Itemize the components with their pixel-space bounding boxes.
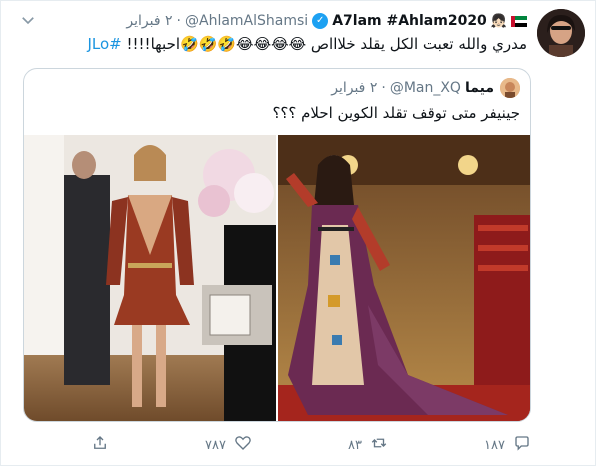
separator: · xyxy=(176,13,181,29)
quoted-text: جينيفر متى توقف تقلد الكوين احلام ؟؟؟ xyxy=(272,104,520,122)
reply-button[interactable]: ١٨٧ xyxy=(484,434,531,456)
tweet-date[interactable]: ٢ فبراير xyxy=(126,13,172,29)
quoted-avatar[interactable] xyxy=(500,78,520,98)
quoted-display-name[interactable]: ميما xyxy=(465,80,494,96)
tweet-text: مدري والله تعبت الكل يقلد خلاااص 😂😂😂😂🤣🤣🤣… xyxy=(57,33,527,55)
chevron-down-icon[interactable] xyxy=(19,11,37,29)
quoted-image-ahlam[interactable] xyxy=(278,135,530,421)
uae-flag-icon xyxy=(511,15,527,27)
quoted-tweet[interactable]: ميما @Man_XQ · ٢ فبراير جينيفر متى توقف … xyxy=(23,68,531,422)
retweet-icon xyxy=(370,434,388,456)
share-icon xyxy=(91,434,109,456)
like-count: ٧٨٧ xyxy=(205,437,226,453)
quoted-date[interactable]: ٢ فبراير xyxy=(331,80,377,96)
display-name[interactable]: A7lam #Ahlam2020 xyxy=(332,13,487,29)
heart-icon xyxy=(234,434,252,456)
tweet-card[interactable]: 👧🏻 A7lam #Ahlam2020 ✓ @AhlamAlShamsi · ٢… xyxy=(0,0,596,466)
avatar[interactable] xyxy=(537,9,585,57)
tweet-actions: ١٨٧ ٨٣ ٧٨٧ xyxy=(91,433,531,457)
emoji-badge: 👧🏻 xyxy=(490,13,507,29)
share-button[interactable] xyxy=(91,434,109,456)
tweet-header: 👧🏻 A7lam #Ahlam2020 ✓ @AhlamAlShamsi · ٢… xyxy=(126,11,527,31)
reply-icon xyxy=(513,434,531,456)
quoted-separator: · xyxy=(381,80,386,96)
reply-count: ١٨٧ xyxy=(484,437,505,453)
verified-icon: ✓ xyxy=(312,13,329,29)
quoted-header: ميما @Man_XQ · ٢ فبراير xyxy=(331,78,494,98)
like-button[interactable]: ٧٨٧ xyxy=(205,434,252,456)
handle[interactable]: @AhlamAlShamsi xyxy=(185,13,308,29)
retweet-button[interactable]: ٨٣ xyxy=(348,434,388,456)
quoted-handle[interactable]: @Man_XQ xyxy=(390,80,461,96)
retweet-count: ٨٣ xyxy=(348,437,362,453)
hashtag-link[interactable]: #JLo xyxy=(87,35,121,53)
tweet-body: مدري والله تعبت الكل يقلد خلاااص 😂😂😂😂🤣🤣🤣… xyxy=(126,35,527,53)
quoted-image-jlo[interactable] xyxy=(24,135,276,421)
